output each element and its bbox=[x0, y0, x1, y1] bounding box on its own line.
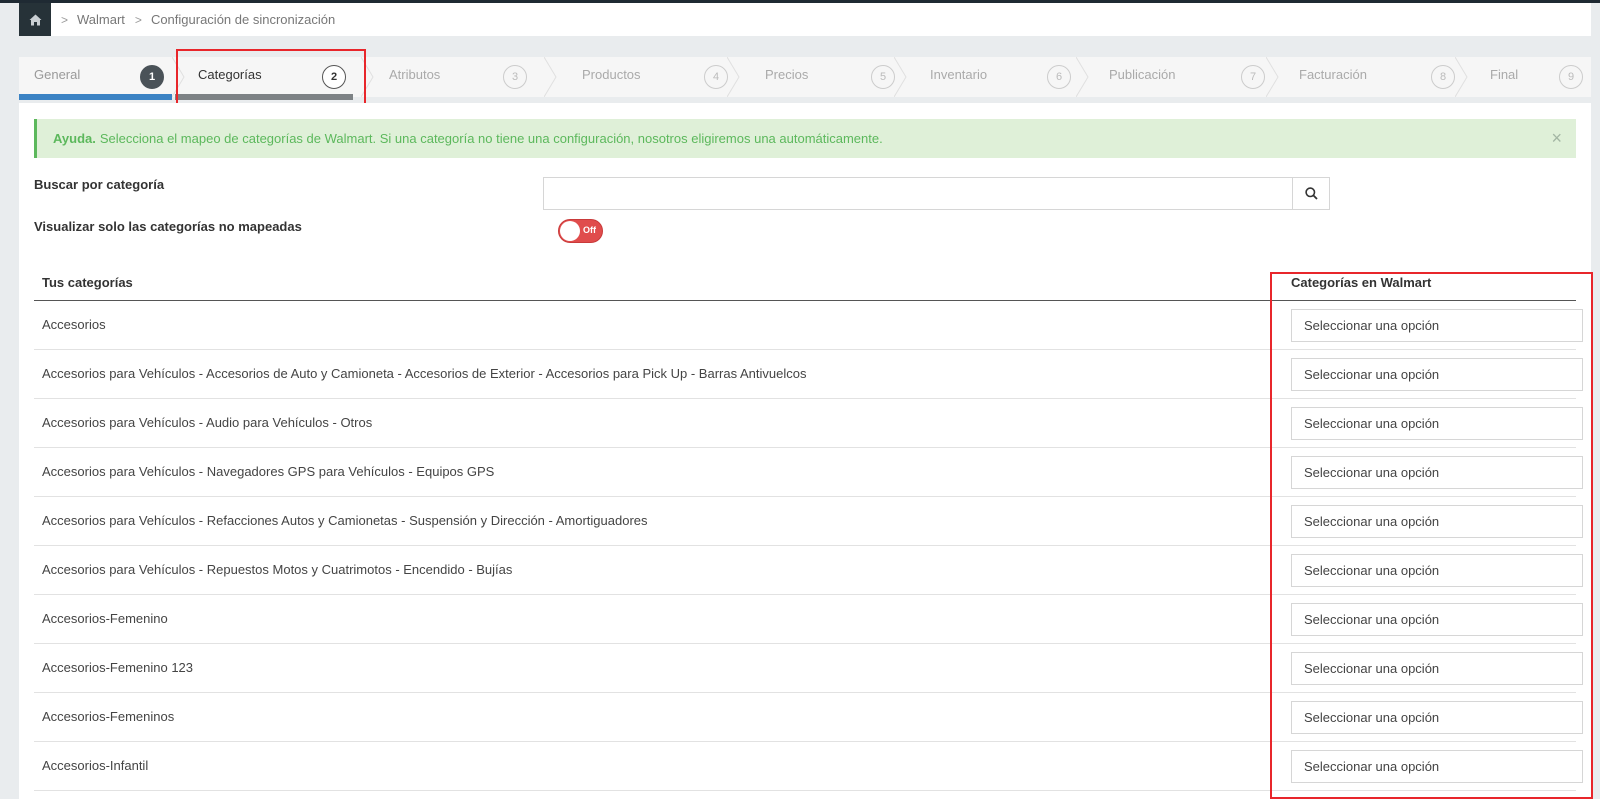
step-number: 6 bbox=[1047, 65, 1071, 89]
step-number: 8 bbox=[1431, 65, 1455, 89]
search-input[interactable] bbox=[544, 178, 1292, 209]
wizard-step-final[interactable]: Final 9 bbox=[1468, 57, 1591, 97]
table-header: Tus categorías Categorías en Walmart bbox=[34, 265, 1576, 301]
step-number: 9 bbox=[1559, 65, 1583, 89]
step-chevron-icon bbox=[361, 57, 374, 97]
breadcrumb-separator: > bbox=[134, 12, 142, 27]
step-label: Precios bbox=[765, 67, 809, 82]
step-chevron-icon bbox=[1266, 57, 1279, 97]
step-number: 2 bbox=[322, 65, 346, 89]
breadcrumb-separator: > bbox=[61, 12, 69, 27]
column-header-your-categories: Tus categorías bbox=[42, 275, 133, 290]
wizard-steps: General 1 Categorías 2 Atributos 3 Produ… bbox=[19, 57, 1591, 100]
home-button[interactable] bbox=[19, 3, 51, 36]
row-category: Accesorios para Vehículos - Audio para V… bbox=[42, 415, 373, 430]
step-label: Final bbox=[1490, 67, 1519, 82]
table-row: Accesorios-Femenino 123 Seleccionar una … bbox=[34, 644, 1583, 693]
step-label: Atributos bbox=[389, 67, 441, 82]
step-chevron-icon bbox=[1076, 57, 1089, 97]
wizard-step-facturacion[interactable]: Facturación 8 bbox=[1279, 57, 1455, 97]
walmart-category-select[interactable]: Seleccionar una opción bbox=[1291, 701, 1583, 734]
step-label: Facturación bbox=[1299, 67, 1367, 82]
step-number: 3 bbox=[503, 65, 527, 89]
search-box bbox=[543, 177, 1330, 210]
step-label: Inventario bbox=[930, 67, 988, 82]
progress-bar-current bbox=[175, 94, 353, 100]
alert-title: Ayuda. bbox=[53, 131, 96, 146]
wizard-step-precios[interactable]: Precios 5 bbox=[740, 57, 915, 97]
progress-bar-done bbox=[19, 94, 172, 100]
wizard-step-atributos[interactable]: Atributos 3 bbox=[374, 57, 549, 97]
walmart-category-select[interactable]: Seleccionar una opción bbox=[1291, 309, 1583, 342]
home-icon bbox=[29, 14, 41, 25]
row-category: Accesorios-Femenino bbox=[42, 611, 168, 626]
help-alert: Ayuda. Selecciona el mapeo de categorías… bbox=[34, 119, 1576, 158]
row-category: Accesorios-Femeninos bbox=[42, 709, 175, 724]
step-chevron-icon bbox=[727, 57, 740, 97]
table-row: Accesorios para Vehículos - Audio para V… bbox=[34, 399, 1583, 448]
table-row: Accesorios para Vehículos - Navegadores … bbox=[34, 448, 1583, 497]
walmart-category-select[interactable]: Seleccionar una opción bbox=[1291, 750, 1583, 783]
wizard-step-productos[interactable]: Productos 4 bbox=[557, 57, 732, 97]
alert-text: Selecciona el mapeo de categorías de Wal… bbox=[99, 131, 883, 146]
unmapped-only-toggle[interactable]: Off bbox=[558, 219, 603, 243]
column-header-walmart-categories: Categorías en Walmart bbox=[1291, 275, 1432, 290]
row-category: Accesorios para Vehículos - Navegadores … bbox=[42, 464, 495, 479]
step-chevron-icon bbox=[894, 57, 907, 97]
walmart-category-select[interactable]: Seleccionar una opción bbox=[1291, 407, 1583, 440]
step-number: 5 bbox=[871, 65, 895, 89]
row-category: Accesorios bbox=[42, 317, 106, 332]
row-category: Accesorios-Femenino 123 bbox=[42, 660, 194, 675]
step-chevron-icon bbox=[1455, 57, 1468, 97]
step-label: Categorías bbox=[198, 67, 262, 82]
step-chevron-icon bbox=[172, 57, 185, 97]
search-label: Buscar por categoría bbox=[34, 177, 165, 192]
wizard-step-publicacion[interactable]: Publicación 7 bbox=[1089, 57, 1269, 97]
close-icon[interactable]: × bbox=[1551, 129, 1562, 147]
toggle-text: Off bbox=[583, 225, 596, 235]
step-chevron-icon bbox=[544, 57, 557, 97]
table-row: Accesorios-Femenino Seleccionar una opci… bbox=[34, 595, 1583, 644]
breadcrumb: > Walmart > Configuración de sincronizac… bbox=[19, 3, 1591, 36]
table-row: Accesorios Seleccionar una opción bbox=[34, 301, 1583, 350]
toggle-knob bbox=[560, 221, 580, 241]
search-button[interactable] bbox=[1292, 178, 1329, 209]
breadcrumb-item-sync-config: Configuración de sincronización bbox=[150, 12, 336, 27]
search-icon bbox=[1304, 187, 1318, 200]
wizard-step-inventario[interactable]: Inventario 6 bbox=[907, 57, 1082, 97]
filter-label: Visualizar solo las categorías no mapead… bbox=[34, 219, 302, 234]
table-row: Accesorios para Vehículos - Refacciones … bbox=[34, 497, 1583, 546]
step-label: Productos bbox=[582, 67, 641, 82]
step-number: 4 bbox=[704, 65, 728, 89]
wizard-step-general[interactable]: General 1 bbox=[19, 57, 172, 97]
row-category: Accesorios para Vehículos - Refacciones … bbox=[42, 513, 648, 528]
main-panel: Ayuda. Selecciona el mapeo de categorías… bbox=[19, 103, 1591, 799]
step-number: 7 bbox=[1241, 65, 1265, 89]
row-category: Accesorios para Vehículos - Repuestos Mo… bbox=[42, 562, 513, 577]
wizard-step-categorias[interactable]: Categorías 2 bbox=[185, 57, 365, 97]
step-label: General bbox=[34, 67, 81, 82]
walmart-category-select[interactable]: Seleccionar una opción bbox=[1291, 456, 1583, 489]
table-row: Accesorios para Vehículos - Repuestos Mo… bbox=[34, 546, 1583, 595]
table-row: Accesorios-Femeninos Seleccionar una opc… bbox=[34, 693, 1583, 742]
step-number: 1 bbox=[140, 65, 164, 89]
walmart-category-select[interactable]: Seleccionar una opción bbox=[1291, 554, 1583, 587]
walmart-category-select[interactable]: Seleccionar una opción bbox=[1291, 358, 1583, 391]
walmart-category-select[interactable]: Seleccionar una opción bbox=[1291, 652, 1583, 685]
step-label: Publicación bbox=[1109, 67, 1176, 82]
row-category: Accesorios para Vehículos - Accesorios d… bbox=[42, 366, 807, 381]
walmart-category-select[interactable]: Seleccionar una opción bbox=[1291, 505, 1583, 538]
row-category: Accesorios-Infantil bbox=[42, 758, 149, 773]
walmart-category-select[interactable]: Seleccionar una opción bbox=[1291, 603, 1583, 636]
breadcrumb-item-walmart[interactable]: Walmart bbox=[77, 12, 125, 27]
table-row: Accesorios-Infantil Seleccionar una opci… bbox=[34, 742, 1583, 791]
table-row: Accesorios para Vehículos - Accesorios d… bbox=[34, 350, 1583, 399]
